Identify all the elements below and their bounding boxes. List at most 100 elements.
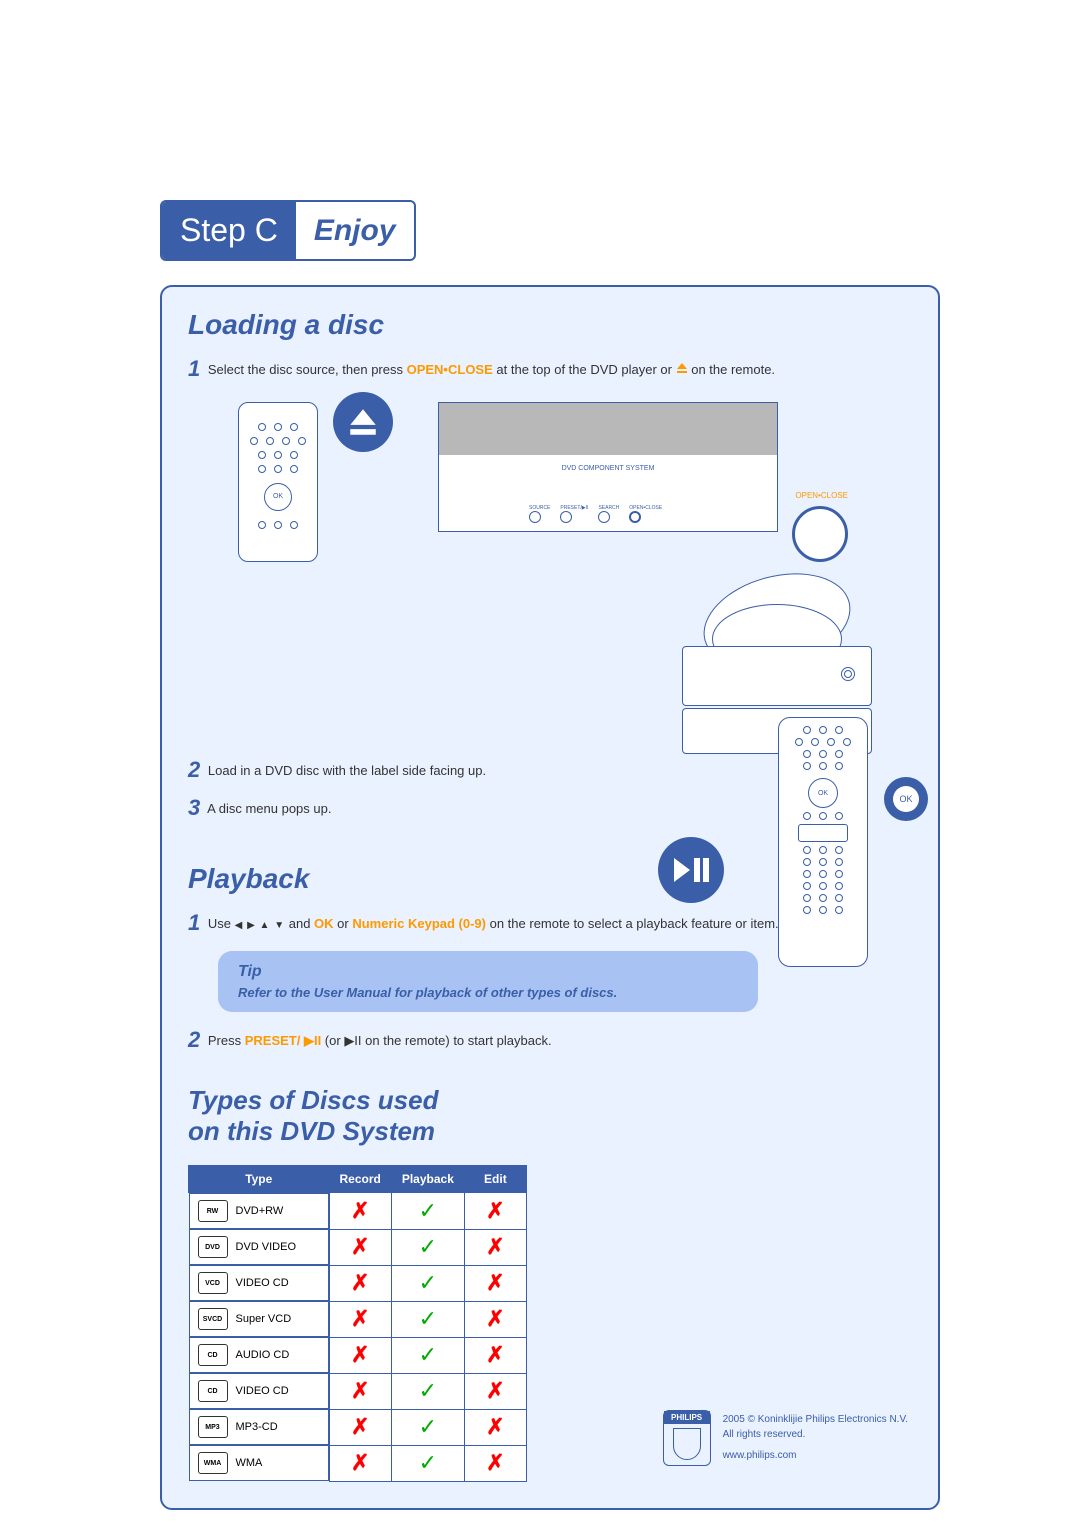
- playback-cell: ✓: [391, 1337, 464, 1373]
- step-banner: Step C Enjoy: [160, 200, 416, 261]
- disc-name: VIDEO CD: [236, 1277, 289, 1289]
- edit-cell: ✗: [464, 1193, 526, 1230]
- disc-types-table: Type Record Playback Edit RWDVD+RW✗✓✗DVD…: [188, 1165, 527, 1482]
- type-cell: RWDVD+RW: [189, 1193, 329, 1229]
- step-number: 2: [188, 1027, 200, 1052]
- disc-logo-icon: CD: [198, 1380, 228, 1402]
- keyword-ok: OK: [314, 916, 334, 931]
- disc-logo-icon: CD: [198, 1344, 228, 1366]
- record-cell: ✗: [329, 1409, 391, 1445]
- device-label: DVD COMPONENT SYSTEM: [439, 465, 777, 472]
- record-cell: ✗: [329, 1301, 391, 1337]
- check-icon: ✓: [419, 1378, 437, 1403]
- disc-name: WMA: [236, 1457, 263, 1469]
- cross-icon: ✗: [351, 1306, 369, 1331]
- disc-logo-icon: DVD: [198, 1236, 228, 1258]
- col-playback: Playback: [391, 1166, 464, 1193]
- cross-icon: ✗: [351, 1450, 369, 1475]
- record-cell: ✗: [329, 1337, 391, 1373]
- footer: PHILIPS 2005 © Koninklijie Philips Elect…: [663, 1410, 908, 1466]
- step-number: 2: [188, 757, 200, 782]
- tip-text: Refer to the User Manual for playback of…: [238, 985, 738, 1000]
- cross-icon: ✗: [351, 1414, 369, 1439]
- record-cell: ✗: [329, 1445, 391, 1481]
- play-pause-callout-icon: [658, 837, 724, 903]
- step-title: Enjoy: [296, 204, 414, 258]
- table-row: RWDVD+RW✗✓✗: [189, 1193, 527, 1230]
- check-icon: ✓: [419, 1450, 437, 1475]
- edit-cell: ✗: [464, 1229, 526, 1265]
- website-link[interactable]: www.philips.com: [723, 1450, 797, 1461]
- record-cell: ✗: [329, 1229, 391, 1265]
- cross-icon: ✗: [486, 1270, 504, 1295]
- record-cell: ✗: [329, 1265, 391, 1301]
- type-cell: MP3 MP3-CD: [189, 1409, 329, 1445]
- play-pause-icon: ▶II: [344, 1033, 361, 1048]
- loading-step-1: 1 Select the disc source, then press OPE…: [188, 355, 912, 384]
- check-icon: ✓: [419, 1234, 437, 1259]
- type-cell: SVCD Super VCD: [189, 1301, 329, 1337]
- table-row: DVDDVD VIDEO✗✓✗: [189, 1229, 527, 1265]
- step-number: 1: [188, 356, 200, 381]
- type-cell: DVDDVD VIDEO: [189, 1229, 329, 1265]
- open-close-callout-icon: [792, 506, 848, 562]
- edit-cell: ✗: [464, 1445, 526, 1481]
- edit-cell: ✗: [464, 1409, 526, 1445]
- content-panel: Loading a disc 1 Select the disc source,…: [160, 285, 940, 1510]
- rights-text: All rights reserved.: [723, 1427, 908, 1442]
- edit-cell: ✗: [464, 1373, 526, 1409]
- nav-arrows-icon: ◀ ▶ ▲ ▼: [235, 920, 286, 931]
- cross-icon: ✗: [486, 1342, 504, 1367]
- playback-step-2: 2 Press PRESET/ ▶II (or ▶II on the remot…: [188, 1026, 912, 1055]
- disc-logo-icon: VCD: [198, 1272, 228, 1294]
- check-icon: ✓: [419, 1270, 437, 1295]
- playback-cell: ✓: [391, 1373, 464, 1409]
- disc-name: VIDEO CD: [236, 1385, 289, 1397]
- cross-icon: ✗: [486, 1234, 504, 1259]
- table-row: SVCD Super VCD ✗ ✓ ✗: [189, 1301, 527, 1337]
- remote-large-diagram: OK: [778, 717, 868, 967]
- cross-icon: ✗: [351, 1378, 369, 1403]
- playback-cell: ✓: [391, 1193, 464, 1230]
- cross-icon: ✗: [486, 1306, 504, 1331]
- disc-name: Super VCD: [236, 1313, 292, 1325]
- cross-icon: ✗: [351, 1198, 369, 1223]
- col-edit: Edit: [464, 1166, 526, 1193]
- keyword-numeric-keypad: Numeric Keypad (0-9): [352, 916, 486, 931]
- cross-icon: ✗: [486, 1450, 504, 1475]
- table-row: CD VIDEO CD ✗ ✓ ✗: [189, 1373, 527, 1409]
- edit-cell: ✗: [464, 1301, 526, 1337]
- ok-callout-icon: OK: [884, 777, 928, 821]
- disc-logo-icon: WMA: [198, 1452, 228, 1474]
- table-row: VCD VIDEO CD ✗ ✓ ✗: [189, 1265, 527, 1301]
- disc-logo-icon: SVCD: [198, 1308, 228, 1330]
- keyword-open-close: OPEN•CLOSE: [407, 362, 493, 377]
- philips-logo: PHILIPS: [663, 1410, 711, 1466]
- play-pause-icon: ▶II: [300, 1033, 321, 1048]
- playback-cell: ✓: [391, 1301, 464, 1337]
- disc-name: MP3-CD: [236, 1421, 278, 1433]
- step-number: 3: [188, 795, 200, 820]
- table-row: CDAUDIO CD✗✓✗: [189, 1337, 527, 1373]
- cross-icon: ✗: [486, 1378, 504, 1403]
- disc-logo-icon: MP3: [198, 1416, 228, 1438]
- table-row: MP3MP3-CD✗✓✗: [189, 1409, 527, 1445]
- section-title-loading: Loading a disc: [188, 309, 912, 341]
- col-type: Type: [189, 1166, 330, 1193]
- edit-cell: ✗: [464, 1337, 526, 1373]
- table-row: WMA WMA ✗ ✓ ✗: [189, 1445, 527, 1481]
- cross-icon: ✗: [351, 1342, 369, 1367]
- check-icon: ✓: [419, 1342, 437, 1367]
- tip-title: Tip: [238, 963, 738, 981]
- eject-icon: [676, 362, 688, 379]
- ok-button-icon: OK: [808, 778, 838, 808]
- record-cell: ✗: [329, 1373, 391, 1409]
- edit-cell: ✗: [464, 1265, 526, 1301]
- playback-cell: ✓: [391, 1229, 464, 1265]
- disc-logo-icon: RW: [198, 1200, 228, 1222]
- keyword-preset: PRESET/: [245, 1033, 301, 1048]
- eject-callout-icon: [333, 392, 393, 452]
- type-cell: CD VIDEO CD: [189, 1373, 329, 1409]
- playback-cell: ✓: [391, 1409, 464, 1445]
- remote-small-diagram: OK: [238, 402, 318, 562]
